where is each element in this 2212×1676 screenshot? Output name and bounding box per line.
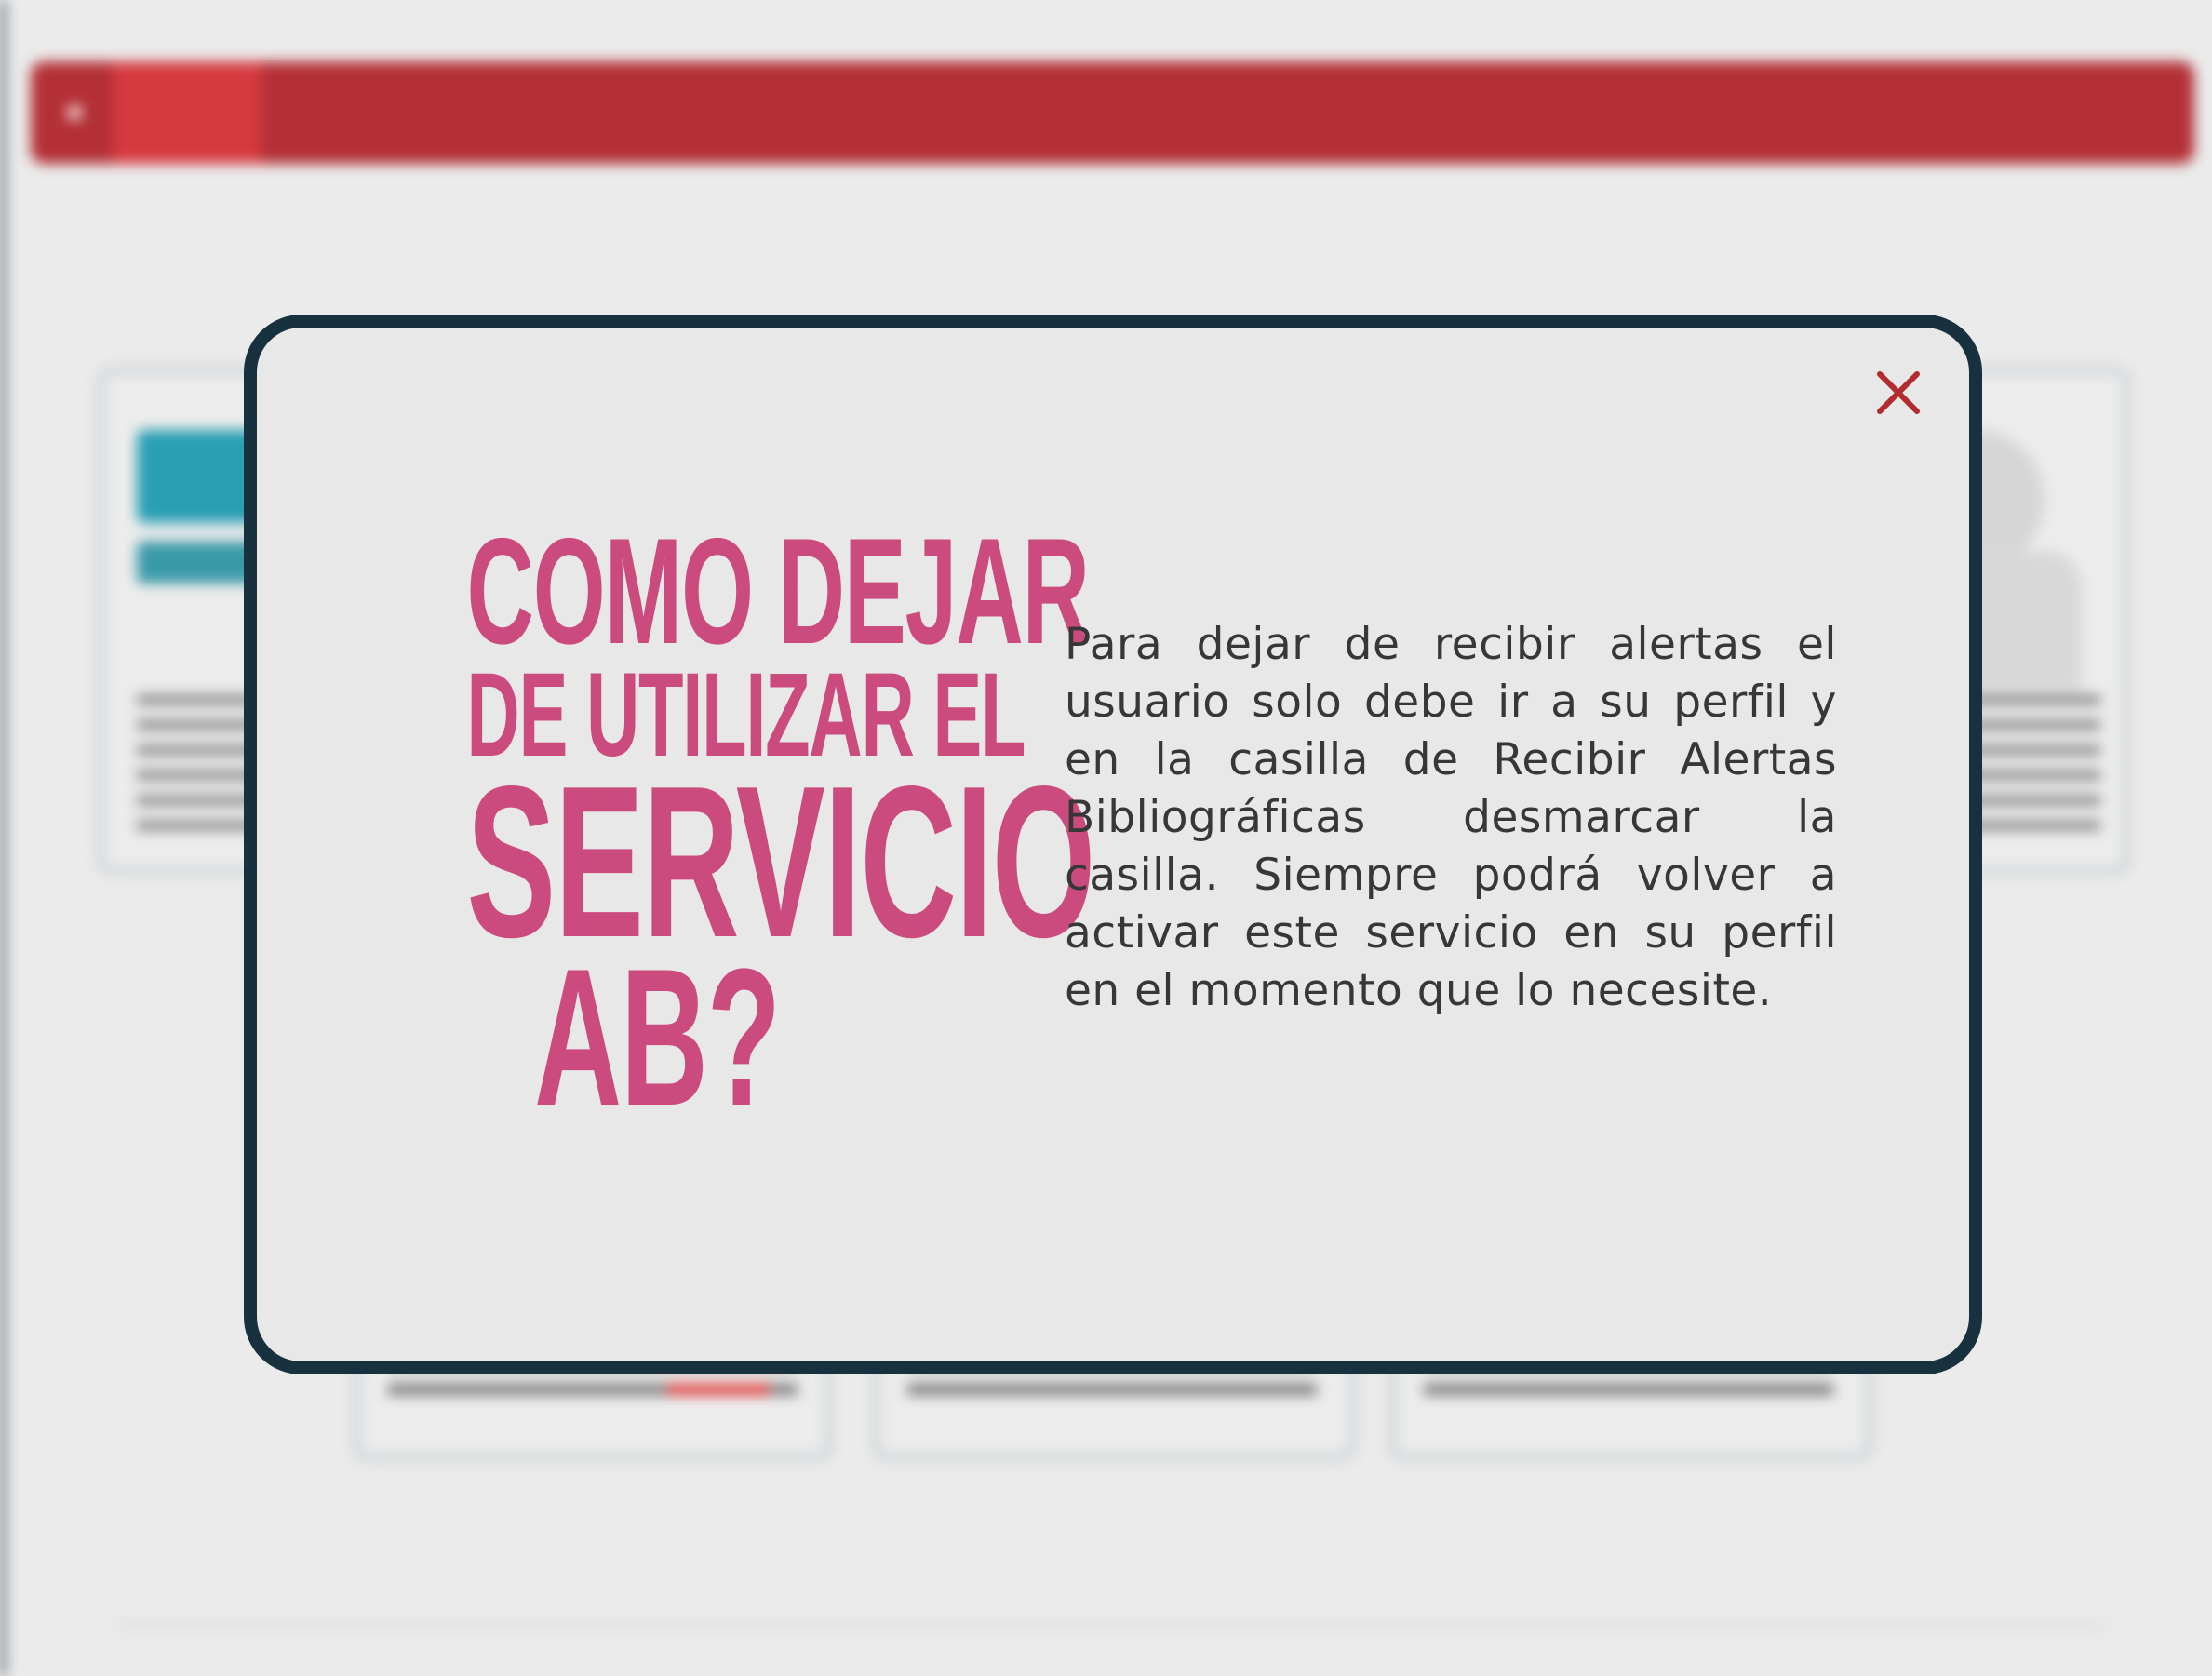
info-modal: COMO DEJAR DE UTILIZAR EL SERVICIO AB? P… — [244, 315, 1982, 1374]
card-link[interactable] — [667, 1384, 770, 1395]
menu-icon[interactable]: ■ — [66, 61, 83, 164]
heading-line-1: COMO DEJAR — [466, 507, 1090, 676]
main-navbar: ■ — [31, 61, 2194, 164]
modal-body-text: Para dejar de recibir alertas el usuario… — [1065, 619, 1837, 1016]
modal-heading: COMO DEJAR DE UTILIZAR EL SERVICIO AB? — [350, 507, 1095, 1146]
footer-divider — [116, 1624, 2103, 1628]
left-edge-rule — [0, 0, 6, 1676]
close-icon[interactable] — [1870, 365, 1926, 421]
nav-item-active[interactable] — [113, 61, 261, 164]
heading-line-4: AB? — [534, 928, 781, 1146]
